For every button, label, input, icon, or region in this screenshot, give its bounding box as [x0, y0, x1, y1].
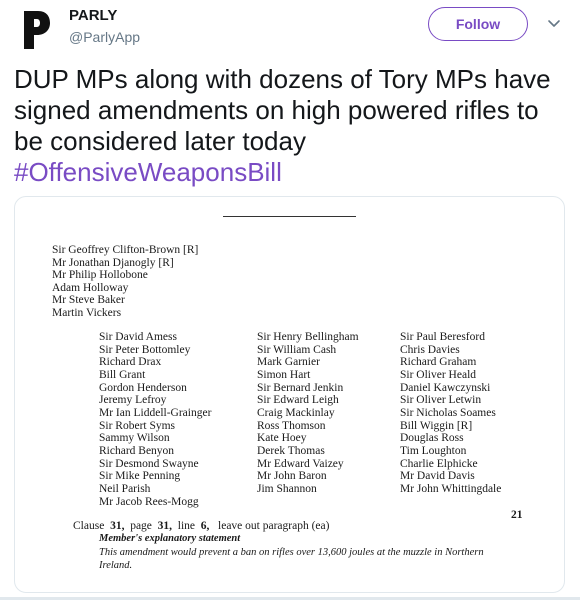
signatory: Kate Hoey	[257, 432, 307, 445]
explanatory-heading: Member's explanatory statement	[99, 533, 241, 544]
signatory: Sir Nicholas Soames	[400, 406, 496, 419]
signatory: Sir Paul Beresford	[400, 331, 485, 343]
signatory: Sir Mike Penning	[99, 470, 181, 483]
chevron-down-icon[interactable]	[546, 16, 562, 32]
signatory: Richard Drax	[99, 356, 162, 369]
signatory: Sir Geoffrey Clifton-Brown [R]	[52, 244, 199, 256]
author-handle[interactable]: @ParlyApp	[69, 29, 140, 45]
tweet-image[interactable]: Sir Geoffrey Clifton-Brown [R] Mr Jonath…	[14, 196, 565, 593]
signatory: Richard Benyon	[99, 444, 175, 457]
signatory: Sir Peter Bottomley	[99, 343, 191, 356]
signatory: Tim Loughton	[400, 444, 467, 457]
signatory: Jeremy Lefroy	[99, 394, 167, 407]
signatory: Sir Desmond Swayne	[99, 457, 199, 470]
signatory: Sir Henry Bellingham	[257, 331, 359, 343]
signatory: Derek Thomas	[257, 444, 325, 457]
signatory: Sir Oliver Letwin	[400, 394, 482, 407]
signatory: Douglas Ross	[400, 432, 464, 445]
signatory: Bill Grant	[99, 368, 146, 381]
signatory: Bill Wiggin [R]	[400, 419, 473, 432]
signatory-column-3: Sir Paul Beresford Chris Davies Richard …	[400, 331, 501, 496]
signatory: Neil Parish	[99, 482, 151, 495]
signatory-column-1: Sir David Amess Sir Peter Bottomley Rich…	[99, 331, 211, 508]
signatory: Sir Edward Leigh	[257, 394, 339, 407]
explanatory-text: This amendment would prevent a ban on ri…	[99, 547, 484, 571]
signatory: Sir Bernard Jenkin	[257, 381, 344, 394]
signatory: Richard Graham	[400, 356, 477, 369]
signatory: Adam Holloway	[52, 281, 129, 294]
signatory: Mr John Whittingdale	[400, 482, 502, 495]
signatory: Ross Thomson	[257, 419, 326, 432]
signatory: Mr Steve Baker	[52, 294, 125, 306]
signatory: Martin Vickers	[52, 306, 122, 319]
avatar[interactable]	[13, 6, 61, 54]
signatory-column-2: Sir Henry Bellingham Sir William Cash Ma…	[257, 331, 359, 496]
page-ref-number: 31,	[157, 520, 173, 532]
clause-label: Clause	[73, 520, 105, 532]
signatory: Mark Garnier	[257, 356, 320, 369]
line-label: line	[177, 520, 196, 532]
clause-number: 31,	[110, 520, 125, 532]
signatory: Charlie Elphicke	[400, 457, 478, 470]
signatory: Craig Mackinlay	[257, 406, 335, 419]
author-name[interactable]: PARLY	[69, 7, 117, 24]
signatory: Mr John Baron	[257, 470, 327, 483]
signatory: Gordon Henderson	[99, 381, 187, 394]
signatory: Sir William Cash	[257, 343, 337, 356]
page-label: page	[130, 520, 152, 532]
document-page: Sir Geoffrey Clifton-Brown [R] Mr Jonath…	[15, 197, 564, 592]
signatory: Sir David Amess	[99, 331, 177, 343]
signatory: Mr Edward Vaizey	[257, 457, 344, 470]
signatory: Chris Davies	[400, 343, 460, 356]
line-number: 6,	[200, 520, 210, 532]
page-number: 21	[511, 509, 523, 521]
signatory: Sir Robert Syms	[99, 419, 176, 432]
signatory: Sammy Wilson	[99, 432, 170, 445]
signatory: Mr David Davis	[400, 470, 475, 483]
signatory: Mr Philip Hollobone	[52, 269, 148, 281]
tweet-text: DUP MPs along with dozens of Tory MPs ha…	[14, 64, 566, 188]
signatory: Simon Hart	[257, 368, 311, 381]
signatory: Sir Oliver Heald	[400, 368, 477, 381]
clause-reference: Clause 31, page 31, line 6, leave out pa…	[73, 520, 329, 532]
tweet-body: DUP MPs along with dozens of Tory MPs ha…	[14, 64, 551, 156]
signatory: Mr Ian Liddell-Grainger	[99, 406, 212, 419]
signatory: Mr Jonathan Djanogly [R]	[52, 256, 174, 269]
lead-signatories: Sir Geoffrey Clifton-Brown [R] Mr Jonath…	[52, 244, 198, 319]
hashtag-link[interactable]: #OffensiveWeaponsBill	[14, 157, 566, 188]
follow-button[interactable]: Follow	[428, 7, 528, 41]
signatory: Jim Shannon	[257, 482, 317, 495]
parly-logo-icon	[24, 11, 50, 49]
signatory: Daniel Kawczynski	[400, 381, 491, 394]
divider	[223, 216, 356, 217]
clause-instruction: leave out paragraph (ea)	[218, 520, 330, 532]
signatory: Mr Jacob Rees-Mogg	[99, 495, 199, 508]
